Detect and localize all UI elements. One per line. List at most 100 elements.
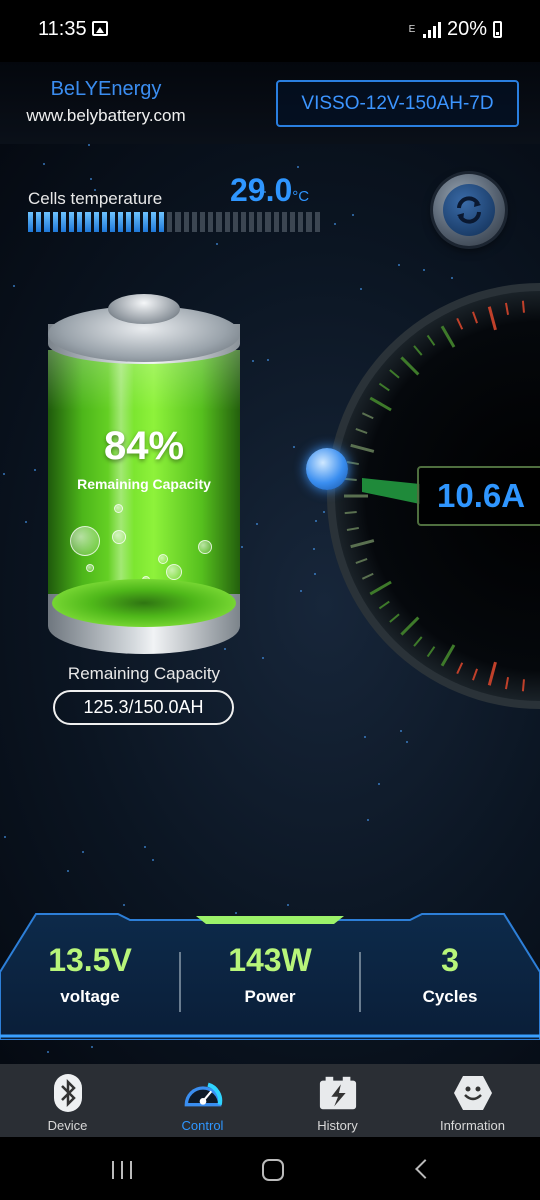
temperature-bar-segment xyxy=(28,212,34,232)
gauge-tick xyxy=(521,300,525,313)
temperature-bar-segment xyxy=(183,212,189,232)
temperature-bar-segment xyxy=(109,212,116,232)
star-dot xyxy=(47,1051,49,1053)
phone-battery-icon xyxy=(493,21,502,38)
bubble xyxy=(158,554,168,564)
device-name-button[interactable]: VISSO-12V-150AH-7D xyxy=(276,80,519,127)
star-dot xyxy=(152,859,154,861)
bottom-nav: Device Control History Information xyxy=(0,1064,540,1137)
refresh-button[interactable] xyxy=(433,174,505,246)
recents-button[interactable] xyxy=(112,1161,132,1179)
star-dot xyxy=(313,548,315,550)
battery-percent-value: 84% xyxy=(103,424,185,468)
star-dot xyxy=(352,214,354,216)
temperature-bar-segment xyxy=(68,212,75,232)
gauge-tick xyxy=(504,677,510,690)
gauge-tick xyxy=(400,616,420,636)
capacity-value: 125.3/150.0AH xyxy=(53,690,234,725)
gauge-tick xyxy=(369,580,392,596)
temperature-bar-segment xyxy=(208,212,214,232)
temperature-label: Cells temperature xyxy=(28,189,163,208)
stat-cycles: 3 Cycles xyxy=(360,942,540,1007)
system-nav-bar xyxy=(0,1137,540,1200)
bubble xyxy=(112,530,126,544)
gauge-tick xyxy=(413,345,423,356)
control-panel: Cells temperature 29.0°C 10.6A 84% Remai… xyxy=(0,144,540,1064)
gauge-tick xyxy=(361,412,374,420)
star-dot xyxy=(334,223,336,225)
gauge-needle xyxy=(362,478,420,504)
temperature-bar-segment xyxy=(257,212,263,232)
temperature-bar-segment xyxy=(159,212,165,232)
status-bar: 11:35 E 20% xyxy=(0,0,540,62)
gauge-knob[interactable] xyxy=(306,448,348,490)
gauge-tick xyxy=(413,636,423,647)
star-dot xyxy=(91,1046,93,1048)
refresh-icon xyxy=(443,184,495,236)
gauge-tick xyxy=(426,646,436,658)
temperature-bar-segment xyxy=(175,212,181,232)
nav-history[interactable]: History xyxy=(270,1064,405,1137)
temperature-bar-segment xyxy=(93,212,99,232)
smiley-icon xyxy=(453,1073,493,1113)
gauge-tick xyxy=(504,302,510,315)
temperature-bar-segment xyxy=(224,212,230,232)
temperature-bar-segment xyxy=(150,212,156,232)
star-dot xyxy=(4,836,6,838)
gallery-icon xyxy=(92,21,108,36)
temperature-bar-segment xyxy=(249,212,255,232)
bubble xyxy=(70,526,100,556)
star-dot xyxy=(400,730,402,732)
capacity-label: Remaining Capacity xyxy=(67,664,221,683)
star-dot xyxy=(144,846,146,848)
star-dot xyxy=(378,783,380,785)
star-dot xyxy=(267,359,269,361)
gauge-tick xyxy=(472,311,479,324)
gauge-tick xyxy=(355,428,368,435)
temperature-bar-segment xyxy=(52,212,58,232)
back-button[interactable] xyxy=(415,1159,435,1179)
bubble xyxy=(86,564,94,572)
signal-icon xyxy=(422,21,441,38)
nav-information[interactable]: Information xyxy=(405,1064,540,1137)
stats-panel: 13.5V voltage 143W Power 3 Cycles xyxy=(0,912,540,1040)
network-type-icon: E xyxy=(408,24,416,35)
star-dot xyxy=(423,269,425,271)
battery-graphic: 84% Remaining Capacity xyxy=(48,294,240,654)
temperature-number: 29.0 xyxy=(230,172,293,208)
star-dot xyxy=(293,446,295,448)
home-button[interactable] xyxy=(262,1159,284,1181)
nav-device[interactable]: Device xyxy=(0,1064,135,1137)
gauge-tick xyxy=(344,477,357,481)
star-dot xyxy=(360,288,362,290)
star-dot xyxy=(323,511,325,513)
temperature-bar-segment xyxy=(191,212,197,232)
star-dot xyxy=(3,473,5,475)
app-header: BeLYEnergy www.belybattery.com VISSO-12V… xyxy=(0,62,540,144)
gauge-tick xyxy=(456,662,464,675)
stat-value: 3 xyxy=(441,942,459,978)
temperature-bar-segment xyxy=(77,212,83,232)
nav-control[interactable]: Control xyxy=(135,1064,270,1137)
star-dot xyxy=(314,573,316,575)
stat-label: Power xyxy=(244,987,296,1006)
brand-name: BeLYEnergy xyxy=(50,78,162,100)
star-dot xyxy=(398,264,400,266)
temperature-bar-segment xyxy=(199,212,206,232)
star-dot xyxy=(90,178,92,180)
star-dot xyxy=(367,819,369,821)
temperature-bar-segment xyxy=(118,212,124,232)
gauge-tick xyxy=(440,325,456,348)
star-dot xyxy=(67,870,69,872)
brand-url[interactable]: www.belybattery.com xyxy=(20,106,192,126)
star-dot xyxy=(360,401,362,403)
battery-caption: Remaining Capacity xyxy=(77,476,211,492)
gauge-tick xyxy=(369,396,392,412)
bubble xyxy=(114,504,123,513)
gauge-tick xyxy=(487,661,497,686)
temperature-bar-segment xyxy=(290,212,296,232)
star-dot xyxy=(88,144,90,146)
star-dot xyxy=(216,243,218,245)
stat-value: 143W xyxy=(228,942,312,978)
stat-voltage: 13.5V voltage xyxy=(0,942,180,1007)
